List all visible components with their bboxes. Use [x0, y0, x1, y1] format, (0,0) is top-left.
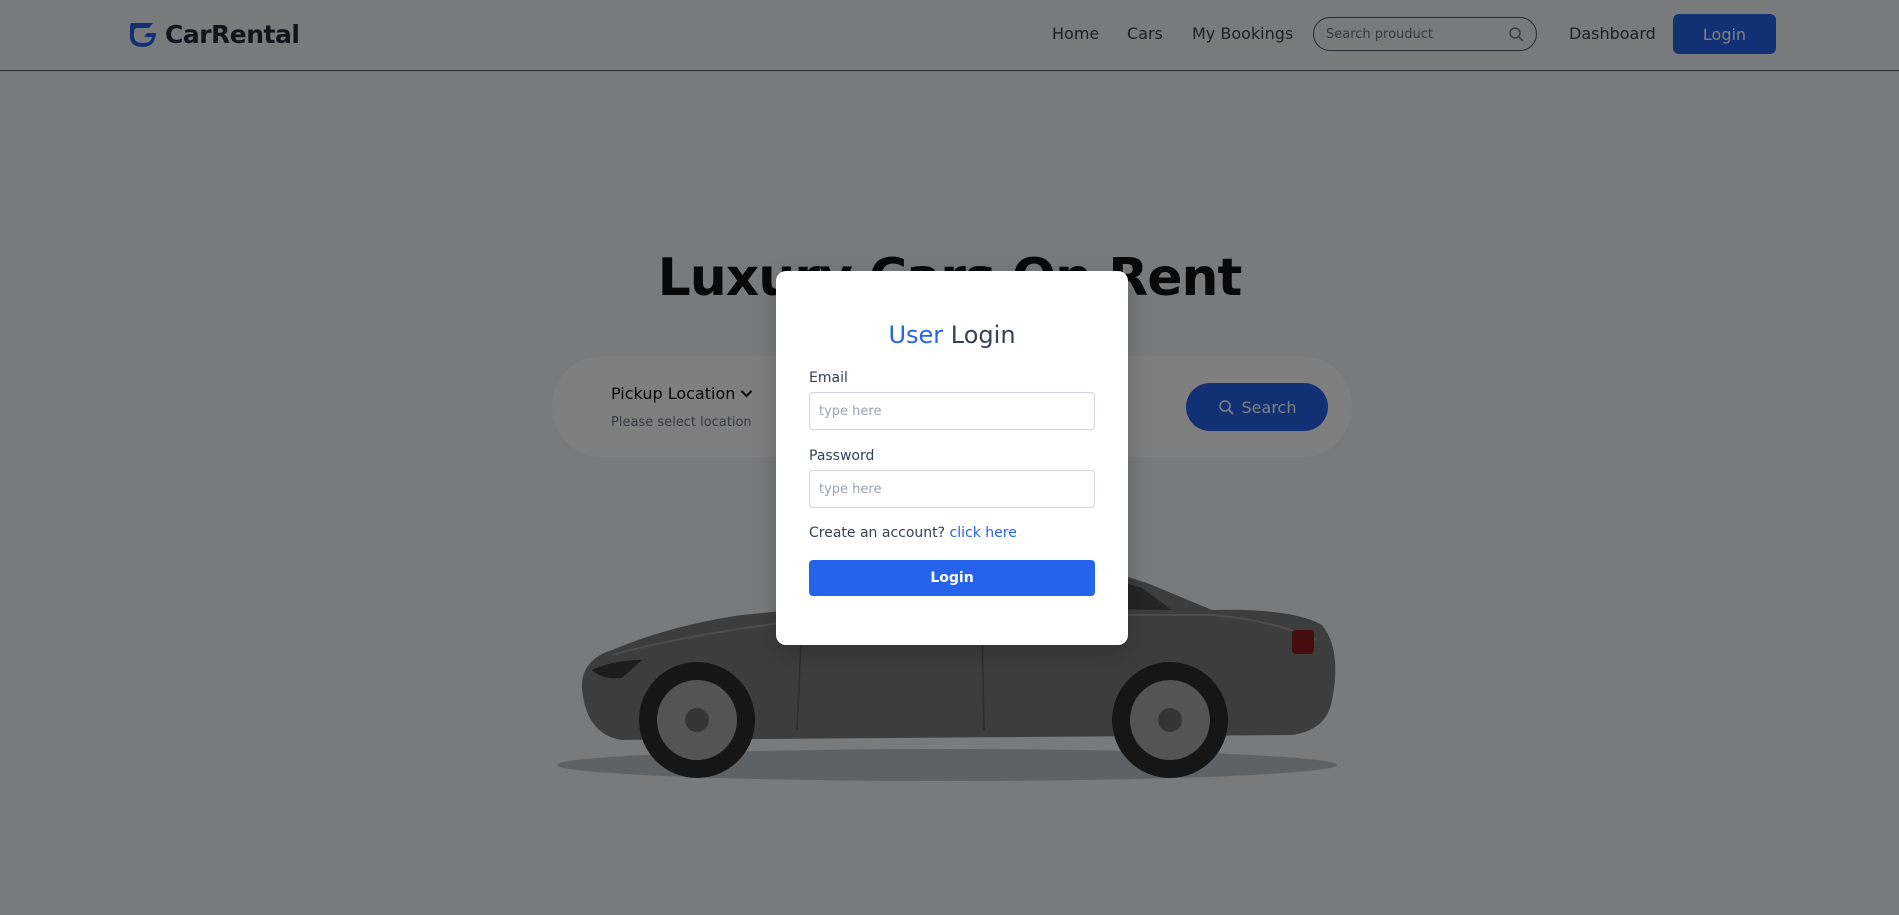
modal-title: User Login — [776, 321, 1128, 349]
password-label: Password — [809, 448, 875, 464]
modal-title-accent: User — [888, 321, 944, 349]
email-label: Email — [809, 370, 848, 386]
email-field[interactable] — [809, 392, 1095, 430]
login-modal: User Login Email Password Create an acco… — [776, 271, 1128, 645]
create-account-prompt: Create an account? click here — [809, 525, 1017, 541]
login-submit-button[interactable]: Login — [809, 560, 1095, 596]
create-account-link[interactable]: click here — [950, 525, 1017, 541]
modal-title-rest: Login — [950, 321, 1016, 349]
password-field[interactable] — [809, 470, 1095, 508]
create-account-text: Create an account? — [809, 525, 946, 541]
